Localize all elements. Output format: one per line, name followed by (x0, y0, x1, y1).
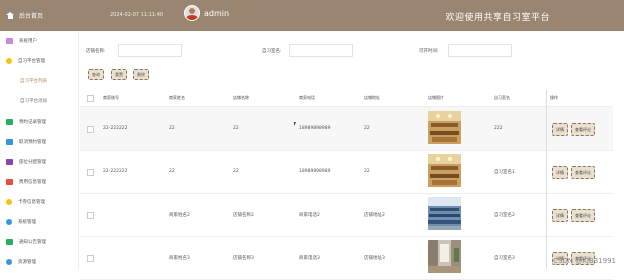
cell-store: 22 (233, 169, 239, 174)
table-header: 商家账号 商家姓名 店铺名称 商家电话 店铺地址 店铺图片 自习室名 操作 (80, 90, 613, 107)
sidebar-item-coupon-info[interactable]: 卡券信息管理 (6, 199, 45, 205)
coupon-icon (6, 199, 12, 205)
select-all-checkbox[interactable] (87, 95, 94, 102)
cell-phone: 18989898989 (299, 169, 331, 174)
gear-icon (6, 219, 12, 225)
cancel-icon (6, 139, 13, 145)
sidebar-item-booking-records[interactable]: 预约记录管理 (6, 119, 46, 125)
cell-address: 店铺地址2 (364, 213, 385, 218)
watermark: CSDN @KJB31991 (553, 257, 616, 265)
cell-store: 店铺名称2 (233, 213, 254, 218)
cell-phone: 18989898989 (299, 126, 331, 131)
cell-room: 自习室名3 (494, 256, 515, 261)
cell-room: 自习室名1 (494, 170, 515, 175)
row-checkbox[interactable] (87, 212, 94, 219)
current-datetime: 2024-02-07 11:11:40 (110, 12, 164, 18)
table-row: 22-222222 22 22 18989898989 22 222 详情 查看… (80, 107, 613, 151)
cell-phone: 商家电话2 (299, 213, 320, 218)
cell-address: 22 (364, 126, 370, 131)
cell-name: 商家姓名3 (169, 256, 190, 261)
cell-name: 商家姓名2 (169, 213, 190, 218)
study-room-photo (428, 154, 461, 187)
view-review-button[interactable]: 查看评论 (571, 166, 595, 179)
header-phone: 商家电话 (299, 95, 315, 100)
view-review-button[interactable]: 查看评论 (571, 209, 595, 222)
store-name-input[interactable] (118, 44, 182, 57)
row-checkbox[interactable] (87, 169, 94, 176)
hallway-photo (428, 240, 461, 273)
fee-icon (6, 179, 13, 185)
home-label: 后台首页 (19, 13, 44, 20)
row-checkbox[interactable] (87, 255, 94, 262)
delete-button[interactable]: 删除 (133, 69, 149, 80)
home-icon (6, 12, 14, 19)
sidebar: 系统用户 自习平台管理 自习平台列表 自习平台添加 预约记录管理 取消预约管理 … (0, 31, 79, 269)
resource-icon (6, 259, 12, 265)
cell-account: 22-222222 (103, 169, 128, 174)
view-review-button[interactable]: 查看评论 (571, 123, 595, 136)
cell-room: 222 (494, 126, 503, 131)
cell-phone: 商家电话3 (299, 256, 320, 261)
reset-button[interactable]: 重置 (111, 69, 127, 80)
cell-store: 店铺名称3 (233, 256, 254, 261)
circle-icon (6, 58, 12, 64)
header-actions: 操作 (550, 95, 558, 100)
table-row: 22-222222 22 22 18989898989 22 自习室名1 详情 … (80, 150, 613, 194)
sidebar-item-system-users[interactable]: 系统用户 (6, 38, 37, 44)
cell-address: 店铺地址3 (364, 256, 385, 261)
cell-account: 22-222222 (103, 126, 128, 131)
users-icon (6, 38, 13, 44)
cell-name: 22 (169, 169, 175, 174)
platform-title: 欢迎使用共享自习室平台 (445, 13, 550, 23)
data-table: 商家账号 商家姓名 店铺名称 商家电话 店铺地址 店铺图片 自习室名 操作 22… (80, 90, 613, 280)
search-button[interactable]: 查询 (88, 69, 104, 80)
open-time-label: 可开时间: (419, 49, 439, 54)
seat-icon (6, 159, 13, 165)
detail-button[interactable]: 详情 (552, 166, 568, 179)
cell-store: 22 (233, 126, 239, 131)
row-checkbox[interactable] (87, 126, 94, 133)
header-image: 店铺图片 (428, 95, 444, 100)
header-store: 店铺名称 (233, 95, 249, 100)
sidebar-item-platform-add[interactable]: 自习平台添加 (20, 98, 47, 104)
actions-column-divider (546, 90, 547, 269)
sidebar-item-system-manage[interactable]: 系统管理 (6, 219, 36, 225)
user-menu[interactable]: admin (184, 5, 229, 21)
open-time-input[interactable] (448, 44, 512, 57)
sidebar-item-resource-manage[interactable]: 资源管理 (6, 259, 36, 265)
header-room: 自习室名 (494, 95, 510, 100)
detail-button[interactable]: 详情 (552, 123, 568, 136)
record-icon (6, 119, 13, 125)
header-account: 商家账号 (103, 95, 119, 100)
avatar (184, 5, 200, 21)
top-bar: 后台首页 2024-02-07 11:11:40 admin 欢迎使用共享自习室… (0, 0, 624, 31)
sidebar-item-cancel-booking[interactable]: 取消预约管理 (6, 139, 46, 145)
sidebar-item-platform-list[interactable]: 自习平台列表 (20, 78, 47, 84)
header-name: 商家姓名 (169, 95, 185, 100)
table-row: 商家姓名2 店铺名称2 商家电话2 店铺地址2 自习室名2 详情 查看评论 (80, 193, 613, 237)
mouse-cursor-icon (294, 122, 296, 126)
classroom-photo (428, 197, 461, 230)
table-row: 商家姓名3 店铺名称3 商家电话3 店铺地址3 自习室名3 详情 查看评论 (80, 236, 613, 280)
filter-bar: 店铺名称: 自习室名: 可开时间: (86, 42, 616, 60)
notice-icon (6, 239, 13, 245)
sidebar-item-fee-info[interactable]: 费用信息管理 (6, 179, 46, 185)
cell-address: 22 (364, 169, 370, 174)
room-name-input[interactable] (289, 44, 353, 57)
home-link[interactable]: 后台首页 (6, 11, 43, 20)
username: admin (204, 8, 230, 18)
cell-room: 自习室名2 (494, 213, 515, 218)
cell-name: 22 (169, 126, 175, 131)
store-name-label: 店铺名称: (86, 49, 106, 54)
sidebar-item-seat-allocation[interactable]: 座位分配管理 (6, 159, 46, 165)
study-room-photo (428, 111, 461, 144)
header-address: 店铺地址 (364, 95, 380, 100)
sidebar-item-notice-manage[interactable]: 通知公告管理 (6, 239, 46, 245)
detail-button[interactable]: 详情 (552, 209, 568, 222)
sidebar-item-platform-manage[interactable]: 自习平台管理 (6, 58, 45, 64)
room-name-label: 自习室名: (262, 49, 282, 54)
